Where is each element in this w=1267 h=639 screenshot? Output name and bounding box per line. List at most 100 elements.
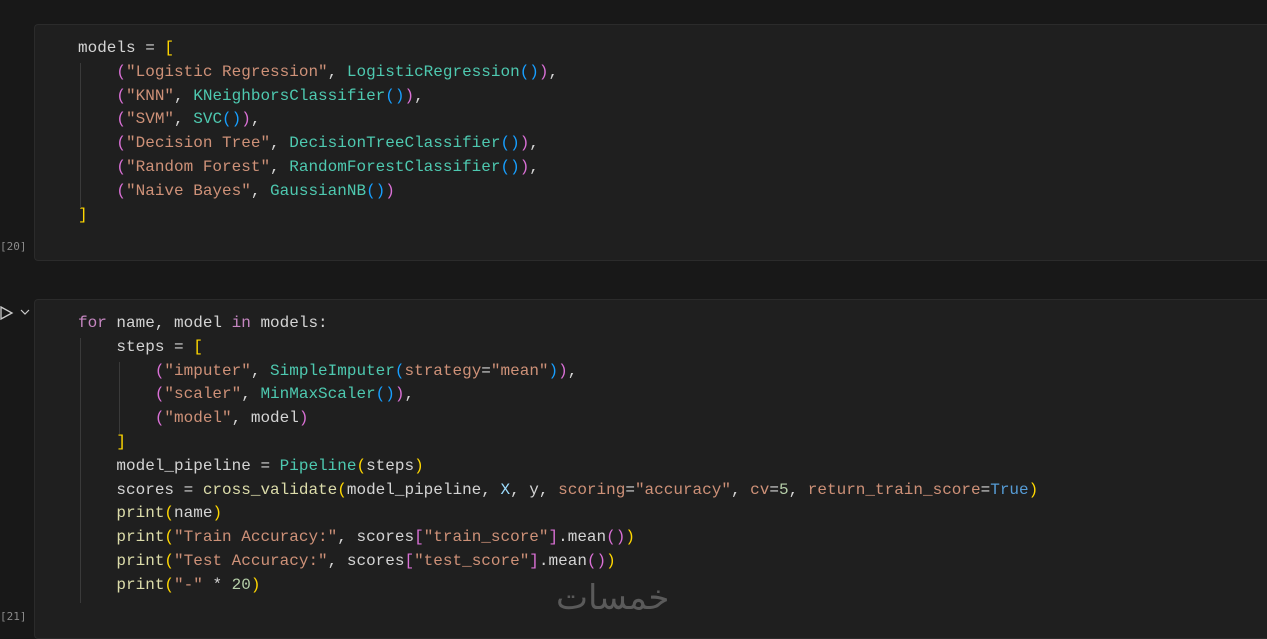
code-line: ("SVM", SVC()), [78, 108, 558, 132]
code-token: models [78, 39, 146, 57]
code-token: ] [116, 432, 127, 451]
code-token: ) [519, 157, 530, 176]
code-token: scores [78, 480, 184, 499]
code-token: () [606, 528, 626, 547]
code-token: SimpleImputer [270, 361, 395, 380]
code-token: ( [164, 504, 175, 523]
run-cell-icon[interactable] [0, 305, 14, 321]
code-token: ) [558, 361, 568, 380]
code-token: ( [116, 62, 127, 81]
code-token: "imputer" [164, 361, 251, 380]
code-token: , y, [510, 480, 559, 499]
code-token: print [116, 528, 165, 547]
code-token: ( [164, 528, 175, 547]
code-token: ) [241, 110, 251, 129]
code-token: () [500, 157, 520, 176]
code-token: ( [116, 134, 127, 153]
code-token: ) [606, 551, 616, 570]
code-token: "-" [174, 575, 203, 594]
code-token: steps [366, 456, 415, 475]
code-line: ("model", model) [78, 407, 1038, 431]
code-token: , [730, 480, 751, 499]
code-line: ] [78, 431, 1038, 455]
code-token: ] [529, 551, 539, 570]
execution-count-2: [21] [0, 610, 27, 623]
code-token: , scores [327, 551, 405, 570]
code-token: [ [414, 528, 424, 547]
code-token: RandomForestClassifier [289, 157, 501, 176]
code-line: steps = [ [78, 336, 1038, 360]
code-token: () [519, 62, 539, 81]
code-token: scoring [558, 480, 626, 499]
code-token: ) [548, 361, 559, 380]
code-token: "Train Accuracy:" [174, 528, 338, 547]
code-token: model_pipeline, [346, 480, 501, 499]
code-token: ( [164, 575, 175, 594]
code-token: 5 [778, 480, 789, 499]
execution-count-1: [20] [0, 240, 27, 253]
code-token: name, model [116, 314, 232, 332]
code-token: , [404, 385, 415, 404]
code-token: , [529, 134, 539, 153]
code-token: ) [538, 62, 549, 81]
code-token: , [414, 86, 424, 105]
code-token: = [769, 480, 779, 499]
code-token: "train_score" [423, 528, 549, 547]
code-token: cross_validate [202, 480, 338, 499]
code-line: model_pipeline = Pipeline(steps) [78, 455, 1038, 479]
code-line: ("Naive Bayes", GaussianNB()) [78, 180, 558, 204]
code-token: name [174, 504, 213, 523]
code-token: "Logistic Regression" [126, 62, 328, 81]
code-token: [ [164, 39, 175, 57]
code-token: () [375, 385, 395, 404]
code-line: print("Train Accuracy:", scores["train_s… [78, 526, 1038, 550]
code-token: ) [212, 504, 223, 523]
code-token: ( [356, 456, 367, 475]
code-token: ) [414, 456, 424, 475]
code-token: "test_score" [414, 551, 530, 570]
code-line: for name, model in models: [78, 312, 1038, 336]
code-token: = [980, 480, 991, 499]
code-token: SVC [193, 110, 223, 129]
code-token: () [222, 110, 242, 129]
code-token: ( [116, 86, 127, 105]
code-token: = [481, 361, 491, 380]
code-token: GaussianNB [270, 181, 367, 200]
code-token: model_pipeline [78, 456, 261, 475]
code-token: "Decision Tree" [126, 134, 271, 153]
code-token: = [145, 39, 165, 57]
code-token: LogisticRegression [346, 62, 520, 81]
code-token: .mean [558, 528, 607, 547]
chevron-down-icon[interactable] [20, 308, 30, 316]
code-line: ("KNN", KNeighborsClassifier()), [78, 85, 558, 109]
code-editor-2[interactable]: for name, model in models: steps = [ ("i… [78, 312, 1038, 598]
code-line: ] [78, 204, 558, 228]
indent-guide [119, 362, 120, 434]
code-token: , [250, 110, 261, 129]
code-token: , [327, 62, 347, 81]
code-token: print [116, 575, 165, 594]
code-cell-1[interactable]: models = [ ("Logistic Regression", Logis… [34, 24, 1267, 261]
code-token: cv [750, 480, 770, 499]
code-line: ("Decision Tree", DecisionTreeClassifier… [78, 132, 558, 156]
code-token: ] [548, 528, 559, 547]
code-token: [ [193, 337, 203, 356]
code-token: , [174, 110, 194, 129]
code-token: , [567, 361, 578, 380]
code-token: "Random Forest" [126, 157, 271, 176]
code-token: () [366, 181, 386, 200]
code-token: , [529, 157, 539, 176]
code-token: .mean [538, 551, 587, 570]
code-token: print [116, 504, 165, 523]
code-token: in [231, 314, 261, 332]
code-line: ("imputer", SimpleImputer(strategy="mean… [78, 360, 1038, 384]
code-editor-1[interactable]: models = [ ("Logistic Regression", Logis… [78, 37, 558, 227]
code-token: ) [1028, 480, 1039, 499]
